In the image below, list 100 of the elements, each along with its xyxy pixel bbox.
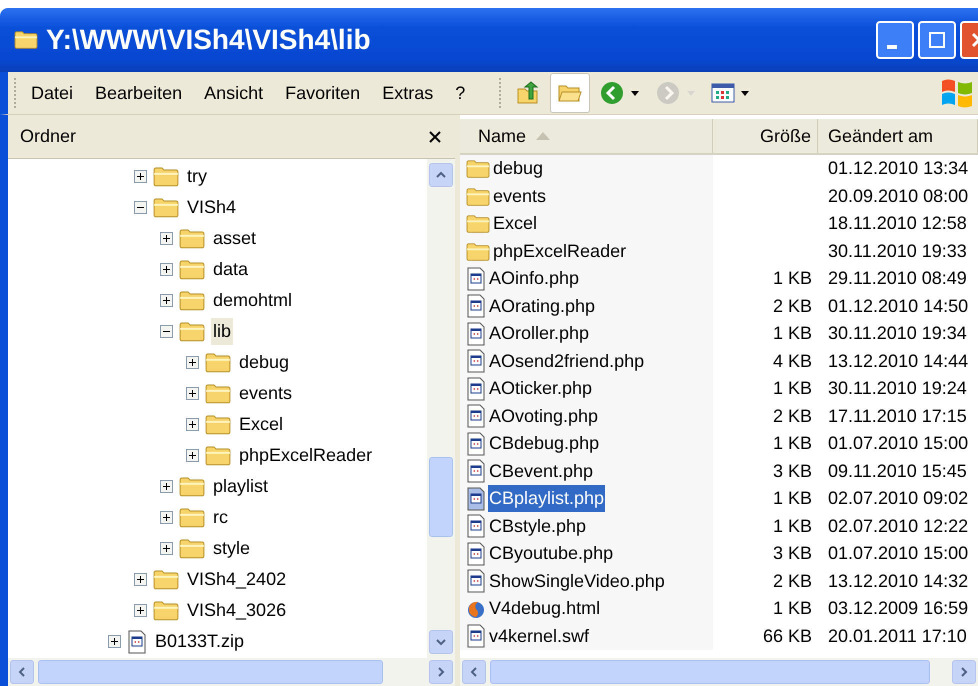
pane-title: Ordner (20, 125, 76, 148)
tree-item[interactable]: lib (211, 318, 234, 345)
tree-item[interactable]: demohtml (211, 287, 294, 314)
file-size: 1 KB (772, 267, 812, 290)
tree-item[interactable]: events (237, 380, 294, 407)
expand-icon[interactable] (108, 635, 121, 648)
tree-item[interactable]: VISh4_3026 (185, 597, 288, 624)
file-size: 1 KB (772, 597, 812, 620)
scroll-thumb[interactable] (490, 660, 930, 684)
expand-icon[interactable] (134, 604, 147, 617)
tree-item[interactable]: try (185, 163, 209, 190)
folder-icon (205, 414, 231, 435)
file-size: 2 KB (772, 294, 812, 318)
column-header[interactable]: Name (460, 119, 713, 153)
scroll-button[interactable] (429, 163, 453, 187)
minimize-button[interactable] (876, 21, 914, 59)
tree-item[interactable]: data (211, 256, 250, 283)
menu-item[interactable]: ? (455, 80, 466, 106)
folder-icon (466, 242, 490, 261)
file-size: 2 KB (772, 404, 812, 428)
horizontal-scrollbar[interactable] (460, 658, 978, 686)
document-icon (127, 630, 147, 654)
expand-icon[interactable] (134, 170, 147, 183)
maximize-button[interactable] (918, 21, 956, 59)
scroll-button[interactable] (952, 660, 976, 684)
menu-item[interactable]: Favoriten (285, 80, 360, 106)
file-size: 1 KB (772, 322, 812, 346)
tree-item[interactable]: Excel (237, 411, 286, 438)
menu-item[interactable]: Extras (382, 80, 434, 106)
modified-date: 01.12.2010 13:34 (828, 157, 968, 180)
folder-icon (153, 197, 179, 218)
close-icon[interactable] (429, 130, 441, 142)
file-name[interactable]: CBplaylist.php (488, 485, 606, 512)
file-size: 66 KB (762, 624, 812, 648)
menu-item[interactable]: Bearbeiten (95, 80, 182, 106)
tree-item[interactable]: VISh4 (185, 194, 238, 221)
folder-icon (205, 445, 231, 466)
modified-date: 20.01.2011 17:10 (828, 624, 967, 648)
expand-icon[interactable] (160, 542, 173, 555)
tree-item[interactable]: style (211, 535, 252, 562)
tree-item[interactable]: playlist (211, 473, 270, 500)
sort-ascending-icon (536, 132, 550, 140)
expand-icon[interactable] (160, 263, 173, 276)
window-title: Y:\WWW\VISh4\VISh4\lib (46, 23, 371, 57)
tree-item[interactable]: rc (211, 504, 230, 531)
expand-icon[interactable] (160, 511, 173, 524)
scroll-button[interactable] (10, 660, 34, 684)
folder-icon (466, 186, 490, 206)
modified-date: 09.11.2010 15:45 (828, 460, 967, 483)
scroll-button[interactable] (429, 660, 453, 684)
file-size: 1 KB (772, 377, 812, 400)
file-size: 2 KB (772, 570, 812, 593)
folder-icon (466, 159, 490, 178)
collapse-icon[interactable] (134, 201, 147, 214)
modified-date: 13.12.2010 14:32 (828, 570, 968, 593)
modified-date: 17.11.2010 17:15 (828, 404, 967, 428)
scroll-button[interactable] (462, 660, 486, 684)
scroll-button[interactable] (429, 630, 453, 654)
folder-icon (179, 538, 205, 559)
tree-item[interactable]: phpExcelReader (237, 442, 374, 469)
folder-icon (179, 476, 205, 497)
scroll-thumb[interactable] (429, 457, 453, 537)
file-size: 3 KB (772, 542, 812, 566)
modified-date: 13.12.2010 14:44 (828, 350, 968, 373)
expand-icon[interactable] (186, 449, 199, 462)
tree-item[interactable]: B0133T.zip (153, 628, 246, 655)
expand-icon[interactable] (160, 480, 173, 493)
collapse-icon[interactable] (160, 325, 173, 338)
modified-date: 29.11.2010 08:49 (828, 267, 967, 290)
horizontal-scrollbar[interactable] (8, 658, 455, 686)
dropdown-caret-icon (631, 90, 640, 96)
expand-icon[interactable] (160, 232, 173, 245)
scroll-thumb[interactable] (38, 660, 383, 684)
expand-icon[interactable] (134, 573, 147, 586)
menu-item[interactable]: Ansicht (204, 80, 264, 106)
file-size: 4 KB (772, 350, 812, 373)
folder-icon (179, 259, 205, 280)
modified-date: 20.09.2010 08:00 (828, 184, 968, 208)
folder-icon (153, 569, 179, 590)
file-name[interactable]: Excel (492, 210, 538, 238)
expand-icon[interactable] (186, 387, 199, 400)
windows-flag-logo (940, 77, 974, 109)
tree-item[interactable]: asset (211, 225, 258, 252)
file-size: 1 KB (772, 432, 812, 456)
dropdown-caret-icon (741, 90, 750, 96)
folder-icon (153, 600, 179, 621)
menu-item[interactable]: Datei (31, 80, 74, 106)
expand-icon[interactable] (186, 418, 199, 431)
tree-item[interactable]: debug (237, 349, 292, 376)
modified-date: 01.12.2010 14:50 (828, 294, 968, 318)
column-header[interactable]: Größe (713, 119, 818, 153)
expand-icon[interactable] (186, 356, 199, 369)
modified-date: 02.07.2010 12:22 (828, 514, 968, 538)
expand-icon[interactable] (160, 294, 173, 307)
folder-icon (205, 383, 231, 404)
column-header[interactable]: Geändert am (818, 119, 978, 153)
folder-icon (14, 30, 38, 50)
toolbar-button[interactable] (550, 73, 590, 113)
vertical-scrollbar[interactable] (427, 159, 455, 658)
tree-item[interactable]: VISh4_2402 (185, 566, 288, 593)
